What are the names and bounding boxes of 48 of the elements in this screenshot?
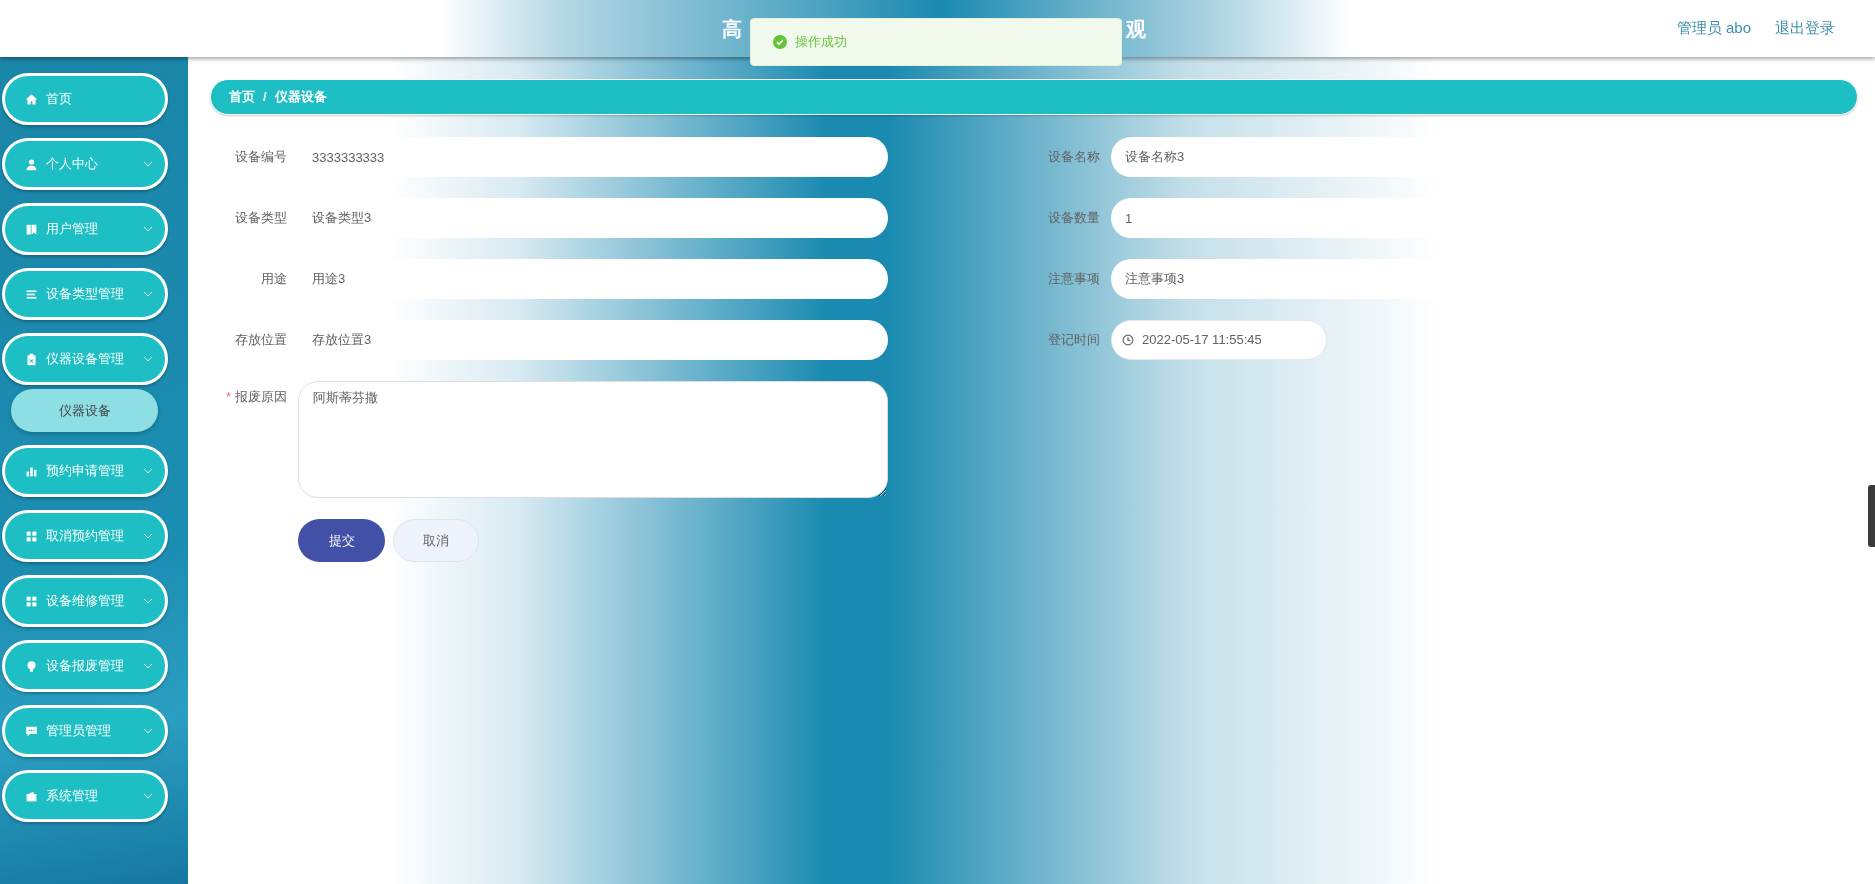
toast-text: 操作成功 [795, 33, 847, 52]
sidebar-item[interactable]: 个人中心 [2, 138, 168, 190]
sidebar-item[interactable]: 预约申请管理 [2, 445, 168, 497]
title-text: 高 [722, 16, 742, 42]
bulb-icon [25, 659, 38, 673]
field-label: 设备类型 [234, 209, 287, 228]
book-icon [25, 222, 38, 236]
field-label: 设备名称 [1047, 148, 1100, 167]
reason-textarea[interactable]: 阿斯蒂芬撒 [298, 381, 888, 498]
title-text: 观 [1126, 16, 1146, 42]
clock-icon [1122, 334, 1134, 346]
field-label: 注意事项 [1047, 270, 1100, 289]
breadcrumb-link[interactable]: 仪器设备 [274, 87, 327, 107]
check-circle-icon [773, 35, 787, 49]
sidebar-item[interactable]: 用户管理 [2, 203, 168, 255]
sidebar-item[interactable]: 仪器设备管理 [2, 333, 168, 385]
chat-icon [25, 724, 38, 738]
logout-link[interactable]: 退出登录 [1775, 17, 1835, 40]
sidebar-item[interactable]: 设备报废管理 [2, 640, 168, 692]
field-label: 登记时间 [1047, 331, 1100, 350]
bar-chart-icon [25, 464, 38, 478]
grid-icon [25, 529, 38, 543]
field-label: 设备编号 [234, 148, 287, 167]
field-label: 报废原因 [235, 388, 287, 406]
required-mark: * [225, 388, 231, 406]
scroll-handle[interactable] [1868, 485, 1875, 547]
submenu-item[interactable]: 仪器设备 [11, 389, 158, 432]
grid-icon [25, 594, 38, 608]
submit-button[interactable]: 提交 [298, 519, 385, 562]
cancel-button[interactable]: 取消 [393, 519, 479, 562]
sidebar-item[interactable]: 系统管理 [2, 770, 168, 822]
clipboard-icon [25, 352, 38, 366]
user-name: 管理员 abo [1676, 18, 1751, 39]
breadcrumb-link[interactable]: 首页 [229, 87, 255, 107]
sidebar-item[interactable]: 首页 [2, 73, 168, 125]
sidebar-item[interactable]: 取消预约管理 [2, 510, 168, 562]
home-icon [25, 92, 38, 106]
sidebar-item[interactable]: 管理员管理 [2, 705, 168, 757]
breadcrumb-separator: / [263, 88, 267, 107]
sidebar-item[interactable]: 设备类型管理 [2, 268, 168, 320]
field-label: 设备数量 [1047, 209, 1100, 228]
field-label: 存放位置 [234, 331, 287, 350]
date-field[interactable]: 2022-05-17 11:55:45 [1111, 320, 1327, 360]
wallet-icon [25, 789, 38, 803]
field-label: 用途 [260, 270, 287, 289]
list-icon [25, 287, 38, 301]
person-icon [25, 157, 38, 171]
sidebar-item[interactable]: 设备维修管理 [2, 575, 168, 627]
